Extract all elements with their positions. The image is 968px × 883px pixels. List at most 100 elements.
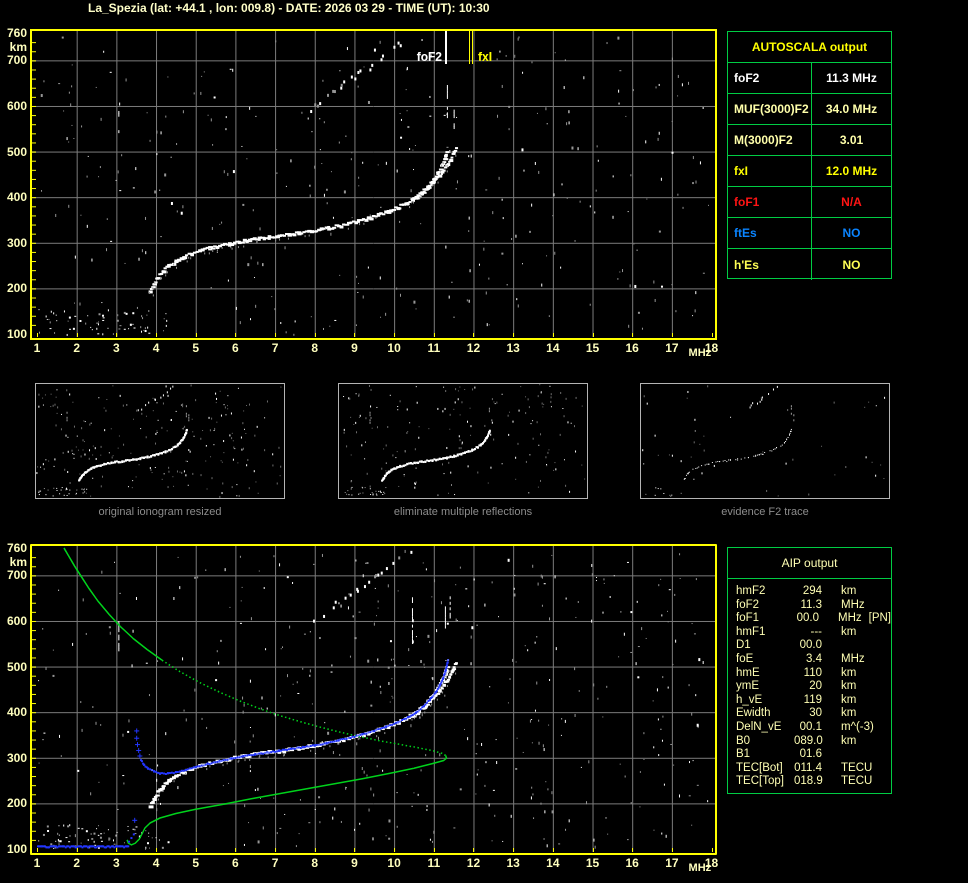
autoscala-row: h'Es NO bbox=[728, 249, 891, 280]
x-tick-label: 12 bbox=[466, 856, 481, 870]
aip-field: 110 bbox=[803, 666, 822, 679]
aip-row: DelN_vE 00.1 m^(-3) bbox=[736, 721, 891, 735]
parameter-value: 11.3 MHz bbox=[826, 71, 877, 85]
aip-field: km bbox=[841, 666, 857, 679]
aip-field: 294 bbox=[802, 585, 822, 597]
autoscala-row: M(3000)F2 3.01 bbox=[728, 125, 891, 156]
x-tick-label: 12 bbox=[466, 341, 481, 355]
aip-field: hmF1 bbox=[736, 625, 766, 638]
aip-field: MHz bbox=[841, 652, 865, 665]
x-tick-label: 4 bbox=[152, 341, 160, 355]
autoscala-row: MUF(3000)F2 34.0 MHz bbox=[728, 94, 891, 125]
aip-row: hmF2 294 km bbox=[736, 585, 891, 599]
y-tick-label: 200 bbox=[6, 281, 27, 296]
autoscala-row: foF2 11.3 MHz bbox=[728, 63, 891, 94]
x-tick-label: 8 bbox=[311, 856, 319, 870]
x-tick-label: 17 bbox=[665, 856, 679, 870]
y-tick-label: 300 bbox=[6, 235, 27, 250]
autoscala-row: ftEs NO bbox=[728, 218, 891, 249]
aip-field: m^(-3) bbox=[841, 720, 874, 733]
autoscala-table: AUTOSCALA output foF2 11.3 MHz MUF(3000)F2… bbox=[727, 31, 892, 280]
aip-field: TECU bbox=[841, 761, 873, 774]
x-tick-label: 9 bbox=[351, 856, 358, 870]
parameter-label: M(3000)F2 bbox=[728, 125, 812, 155]
aip-field: B0 bbox=[736, 734, 751, 747]
aip-field: 089.0 bbox=[794, 734, 823, 747]
parameter-value: 34.0 MHz bbox=[825, 102, 878, 116]
x-tick-label: 15 bbox=[585, 341, 600, 355]
aip-row: h_vE 119 km bbox=[736, 694, 891, 708]
aip-field: TEC[Top] bbox=[736, 775, 784, 788]
y-tick-label: 500 bbox=[6, 659, 27, 674]
y-tick-label: 400 bbox=[6, 190, 27, 205]
y-tick-label: 600 bbox=[6, 98, 27, 113]
autoscala-row: fxI 12.0 MHz bbox=[728, 156, 891, 187]
parameter-label: foF1 bbox=[728, 187, 812, 217]
aip-field: 00.0 bbox=[799, 639, 822, 652]
aip-field: DelN_vE bbox=[736, 720, 782, 733]
aip-field: foF2 bbox=[736, 598, 760, 611]
x-tick-label: 2 bbox=[73, 341, 81, 355]
aip-field: MHz bbox=[841, 598, 865, 611]
x-tick-label: 8 bbox=[311, 341, 319, 355]
thumbnail-canvas bbox=[641, 384, 889, 498]
aip-field: TECU bbox=[841, 775, 873, 788]
thumbnail-original-ionogram bbox=[35, 383, 285, 499]
y-tick-label: 760 bbox=[6, 26, 27, 40]
station-title: La_Spezia (lat: +44.1 , lon: 009.8) - DA… bbox=[88, 1, 490, 15]
x-tick-label: 9 bbox=[351, 341, 358, 355]
aip-field: km bbox=[841, 734, 857, 747]
x-tick-label: 6 bbox=[232, 856, 239, 870]
y-tick-label: 200 bbox=[6, 796, 27, 811]
aip-row: foF1 00.0 MHz [PN] bbox=[736, 612, 891, 626]
x-tick-label: 11 bbox=[427, 341, 441, 355]
parameter-label: fxI bbox=[728, 156, 812, 186]
x-axis-unit-label: MHz bbox=[688, 347, 712, 359]
thumbnail-caption: eliminate multiple reflections bbox=[393, 506, 533, 518]
aip-field: 20 bbox=[809, 680, 822, 693]
aip-row: D1 00.0 bbox=[736, 639, 891, 653]
parameter-value: 12.0 MHz bbox=[825, 164, 878, 178]
y-tick-label: 500 bbox=[6, 144, 27, 159]
aip-table-header: AIP output bbox=[728, 548, 891, 579]
y-tick-label: 760 bbox=[6, 541, 27, 555]
aip-field: [PN] bbox=[868, 612, 891, 625]
thumbnail-caption: original ionogram resized bbox=[98, 506, 222, 518]
y-tick-label: 400 bbox=[6, 705, 27, 720]
x-tick-label: 3 bbox=[113, 341, 120, 355]
y-tick-label: 300 bbox=[6, 750, 27, 765]
aip-field: km bbox=[841, 585, 857, 597]
x-tick-label: 6 bbox=[232, 341, 239, 355]
aip-row: foE 3.4 MHz bbox=[736, 653, 891, 667]
aip-field: 119 bbox=[803, 693, 822, 706]
x-tick-label: 1 bbox=[33, 856, 41, 870]
x-tick-label: 4 bbox=[152, 856, 160, 870]
parameter-label: h'Es bbox=[728, 249, 812, 280]
aip-field: hmE bbox=[736, 666, 760, 679]
autoscala-table-header: AUTOSCALA output bbox=[728, 32, 891, 63]
x-tick-label: 5 bbox=[192, 341, 200, 355]
parameter-label: foF2 bbox=[728, 63, 812, 93]
parameter-label: MUF(3000)F2 bbox=[728, 94, 812, 124]
aip-field: 00.1 bbox=[799, 720, 822, 733]
thumbnail-canvas bbox=[339, 384, 587, 498]
x-tick-label: 16 bbox=[625, 341, 639, 355]
y-tick-label: 100 bbox=[6, 841, 27, 856]
aip-field: 011.4 bbox=[794, 761, 822, 774]
x-tick-label: 7 bbox=[271, 341, 279, 355]
autoscala-row: foF1 N/A bbox=[728, 187, 891, 218]
y-axis-unit-label: km bbox=[9, 40, 27, 54]
aip-field: B1 bbox=[736, 748, 751, 761]
parameter-label: ftEs bbox=[728, 218, 812, 248]
aip-row: ymE 20 km bbox=[736, 680, 891, 694]
aip-field: 3.4 bbox=[806, 652, 822, 665]
aip-row: hmE 110 km bbox=[736, 667, 891, 681]
thumbnail-canvas bbox=[36, 384, 284, 498]
y-tick-label: 700 bbox=[6, 568, 27, 583]
aip-field: MHz bbox=[837, 612, 862, 625]
x-tick-label: 11 bbox=[427, 856, 441, 870]
aip-field: foF1 bbox=[736, 612, 760, 625]
y-tick-label: 600 bbox=[6, 613, 27, 628]
x-tick-label: 10 bbox=[387, 341, 401, 355]
y-axis-unit-label: km bbox=[9, 555, 27, 569]
